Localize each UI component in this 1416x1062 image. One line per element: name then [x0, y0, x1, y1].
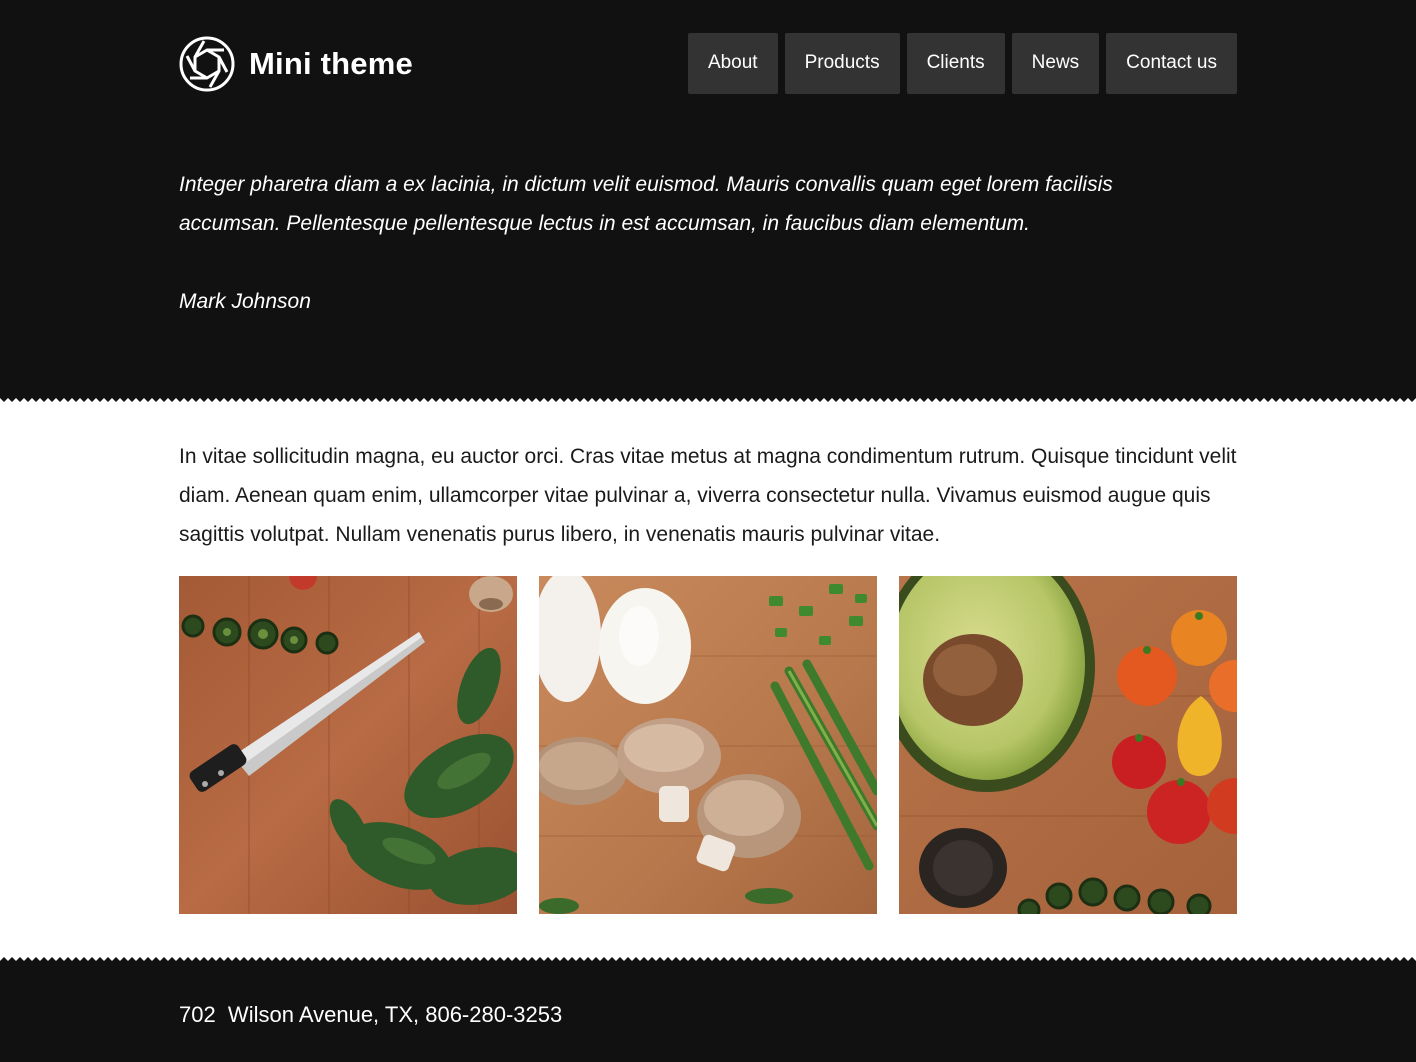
zigzag-divider-top — [0, 392, 1416, 402]
site-logo[interactable]: Mini theme — [179, 33, 413, 95]
gallery-image-eggs-mushrooms[interactable] — [539, 576, 877, 914]
testimonial-quote: Integer pharetra diam a ex lacinia, in d… — [179, 173, 1113, 235]
nav-news[interactable]: News — [1011, 33, 1100, 94]
image-gallery — [179, 576, 1237, 914]
nav-products[interactable]: Products — [784, 33, 900, 94]
nav-about[interactable]: About — [687, 33, 778, 94]
testimonial-author: Mark Johnson — [179, 290, 311, 313]
intro-text: In vitae sollicitudin magna, eu auctor o… — [179, 437, 1237, 554]
gallery-image-avocado-tomatoes[interactable] — [899, 576, 1237, 914]
camera-aperture-icon — [179, 36, 235, 92]
footer-address: 702 Wilson Avenue, TX, 806-280-3253 — [179, 1002, 563, 1027]
testimonial: Integer pharetra diam a ex lacinia, in d… — [179, 165, 1237, 321]
nav-contact-us[interactable]: Contact us — [1106, 33, 1237, 94]
nav-clients[interactable]: Clients — [906, 33, 1005, 94]
hero-section: Mini theme About Products Clients News C… — [0, 0, 1416, 397]
site-title: Mini theme — [249, 46, 413, 81]
site-footer: 702 Wilson Avenue, TX, 806-280-3253 — [0, 962, 1416, 1062]
intro-paragraph: In vitae sollicitudin magna, eu auctor o… — [179, 445, 1237, 546]
main-nav: About Products Clients News Contact us — [687, 33, 1237, 94]
site-header: Mini theme About Products Clients News C… — [179, 33, 1237, 95]
gallery-image-knife-spinach[interactable] — [179, 576, 517, 914]
